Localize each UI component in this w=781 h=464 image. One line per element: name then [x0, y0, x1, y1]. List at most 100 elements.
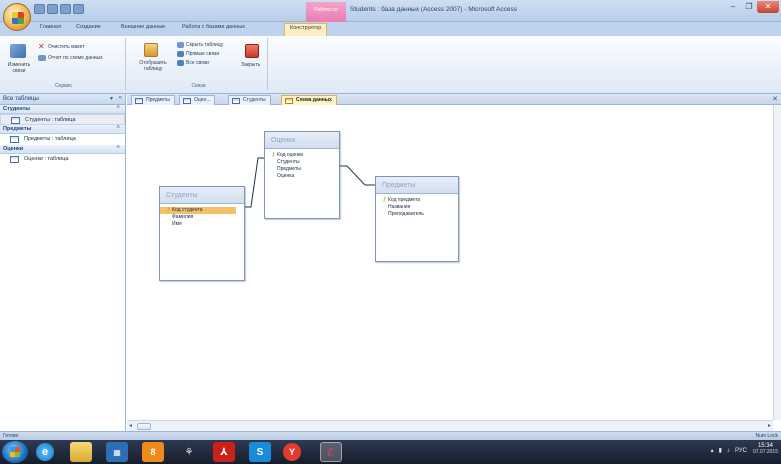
tab-database-tools[interactable]: Работа с базами данных	[182, 24, 245, 30]
chevron-up-icon: ˄	[116, 125, 120, 131]
vertical-scrollbar[interactable]	[773, 105, 781, 420]
network-icon[interactable]: ▮	[719, 447, 722, 454]
horizontal-scrollbar[interactable]: ◂ ▸	[127, 420, 773, 431]
volume-icon[interactable]: ♪	[727, 448, 730, 454]
field-student-id[interactable]: ⚷ Код студента	[160, 207, 236, 214]
scroll-thumb[interactable]	[137, 423, 151, 430]
tab-design[interactable]: Конструктор	[284, 23, 328, 36]
nav-group-students[interactable]: Студенты ˄	[0, 105, 125, 114]
table-box-title[interactable]: Оценки	[265, 132, 339, 149]
all-relationships-icon	[177, 60, 184, 66]
field-subject-name[interactable]: Название	[376, 204, 458, 211]
field-grade-id[interactable]: ⚷ Код оценки	[265, 152, 339, 159]
table-box-grades[interactable]: Оценки ⚷ Код оценки Студенты Предметы Оце…	[264, 131, 340, 219]
lang-indicator[interactable]: РУС	[735, 448, 747, 454]
all-relationships-button[interactable]: Все связи	[186, 60, 209, 66]
field-last-name[interactable]: Фамилия	[160, 214, 244, 221]
table-box-title[interactable]: Студенты	[160, 187, 244, 204]
table-icon	[135, 98, 143, 104]
relationships-canvas[interactable]: Студенты ⚷ Код студента Фамилия Имя Оценк…	[127, 105, 773, 420]
table-box-title[interactable]: Предметы	[376, 177, 458, 194]
access-icon[interactable]: ℰ	[320, 442, 342, 462]
clear-layout-button[interactable]: Очистить макет	[48, 44, 85, 50]
field-first-name[interactable]: Имя	[160, 221, 244, 228]
nav-item-subjects-table[interactable]: Предметы : таблица	[0, 134, 125, 145]
explorer-icon[interactable]	[70, 442, 92, 462]
nav-item-label: Предметы : таблица	[24, 136, 76, 142]
nav-group-label: Предметы	[3, 126, 32, 132]
table-icon	[10, 136, 19, 143]
direct-relationships-icon	[177, 51, 184, 57]
relationship-line-students-grades	[245, 157, 264, 208]
ie-icon[interactable]: e	[36, 443, 54, 461]
skype-icon[interactable]: S	[249, 442, 271, 462]
nav-group-label: Оценки	[3, 146, 24, 152]
chevron-down-icon[interactable]: ▾	[110, 95, 113, 102]
report-icon	[38, 55, 46, 61]
clock-date: 07.07.2015	[752, 449, 778, 455]
nav-group-grades[interactable]: Оценки ˄	[0, 145, 125, 154]
show-table-button[interactable]: Отобразить таблицу	[136, 60, 170, 72]
doc-tab-students[interactable]: Студенты	[228, 95, 271, 105]
maximize-icon[interactable]: ❐	[741, 1, 757, 13]
edit-relationships-button[interactable]: Изменить связи	[6, 62, 32, 74]
ribbon-group-relationships: Отобразить таблицу Скрыть таблицу Прямые…	[130, 38, 268, 90]
status-bar: Готово Num Lock	[0, 431, 781, 440]
key-icon: ⚷	[166, 207, 171, 213]
tray-arrow-icon[interactable]: ▴	[711, 447, 714, 454]
close-relationships-button[interactable]: Закрыть	[241, 62, 260, 68]
doc-tab-subjects[interactable]: Предметы	[131, 95, 175, 105]
office-button[interactable]	[3, 3, 31, 31]
yandex-browser-icon[interactable]: Y	[283, 443, 301, 461]
nav-item-label: Студенты : таблица	[25, 117, 76, 123]
close-relationships-icon	[245, 44, 259, 58]
nav-item-students-table[interactable]: Студенты : таблица	[0, 114, 125, 125]
field-students[interactable]: Студенты	[265, 159, 339, 166]
doc-tab-label: Студенты	[243, 97, 266, 103]
minimize-icon[interactable]: –	[725, 1, 741, 13]
relationship-line-grades-subjects	[340, 165, 375, 186]
undo-icon[interactable]	[47, 4, 58, 14]
key-icon: ⚷	[382, 197, 387, 203]
table-box-subjects[interactable]: Предметы ⚷ Код предмета Название Преподав…	[375, 176, 459, 262]
direct-relationships-button[interactable]: Прямые связи	[186, 51, 219, 57]
taskbar: e ▦ 8 ⚘ ⅄ S Y ℰ ▴ ▮ ♪ РУС 15:34 07.07.20…	[0, 440, 781, 464]
relationship-report-button[interactable]: Отчет по схеме данных	[48, 55, 103, 61]
field-subject-id[interactable]: ⚷ Код предмета	[376, 197, 458, 204]
collapse-pane-icon[interactable]: «	[119, 95, 122, 101]
tab-external-data[interactable]: Внешние данные	[121, 24, 165, 30]
document-tabs: Предметы Оцен... Студенты Схема данных ✕	[127, 94, 781, 105]
window-controls: – ❐ ✕	[725, 1, 779, 13]
tab-home[interactable]: Главная	[40, 24, 61, 30]
customize-qat-icon[interactable]	[73, 4, 84, 14]
save-icon[interactable]	[34, 4, 45, 14]
doc-tab-label: Схема данных	[296, 97, 332, 103]
doc-tab-grades[interactable]: Оцен...	[179, 95, 216, 105]
calculator-icon[interactable]: ▦	[106, 442, 128, 462]
num-lock-indicator: Num Lock	[755, 433, 778, 439]
pdf-reader-icon[interactable]: ⅄	[213, 442, 235, 462]
app-tool-icon[interactable]: ⚘	[178, 442, 200, 462]
clock[interactable]: 15:34 07.07.2015	[753, 443, 778, 455]
scroll-right-icon[interactable]: ▸	[768, 422, 771, 429]
field-subjects[interactable]: Предметы	[265, 166, 339, 173]
group-label-service: Сервис	[54, 83, 73, 89]
doc-tab-relationships[interactable]: Схема данных	[281, 95, 337, 105]
nav-item-grades-table[interactable]: Оценки : таблица	[0, 154, 125, 165]
scroll-left-icon[interactable]: ◂	[129, 422, 132, 429]
hide-table-button[interactable]: Скрыть таблицу	[186, 42, 223, 48]
close-window-icon[interactable]: ✕	[757, 1, 779, 13]
field-teacher[interactable]: Преподаватель	[376, 211, 458, 218]
app-orange-icon[interactable]: 8	[142, 442, 164, 462]
nav-group-subjects[interactable]: Предметы ˄	[0, 125, 125, 134]
tab-create[interactable]: Создание	[76, 24, 101, 30]
nav-header-title: Все таблицы	[3, 96, 39, 102]
nav-header[interactable]: Все таблицы ▾ «	[0, 94, 125, 105]
table-box-students[interactable]: Студенты ⚷ Код студента Фамилия Имя	[159, 186, 245, 281]
redo-icon[interactable]	[60, 4, 71, 14]
table-icon	[11, 117, 20, 124]
doc-tab-label: Предметы	[146, 97, 170, 103]
field-grade[interactable]: Оценка	[265, 173, 339, 180]
start-button[interactable]	[2, 441, 28, 463]
close-document-icon[interactable]: ✕	[772, 95, 778, 103]
